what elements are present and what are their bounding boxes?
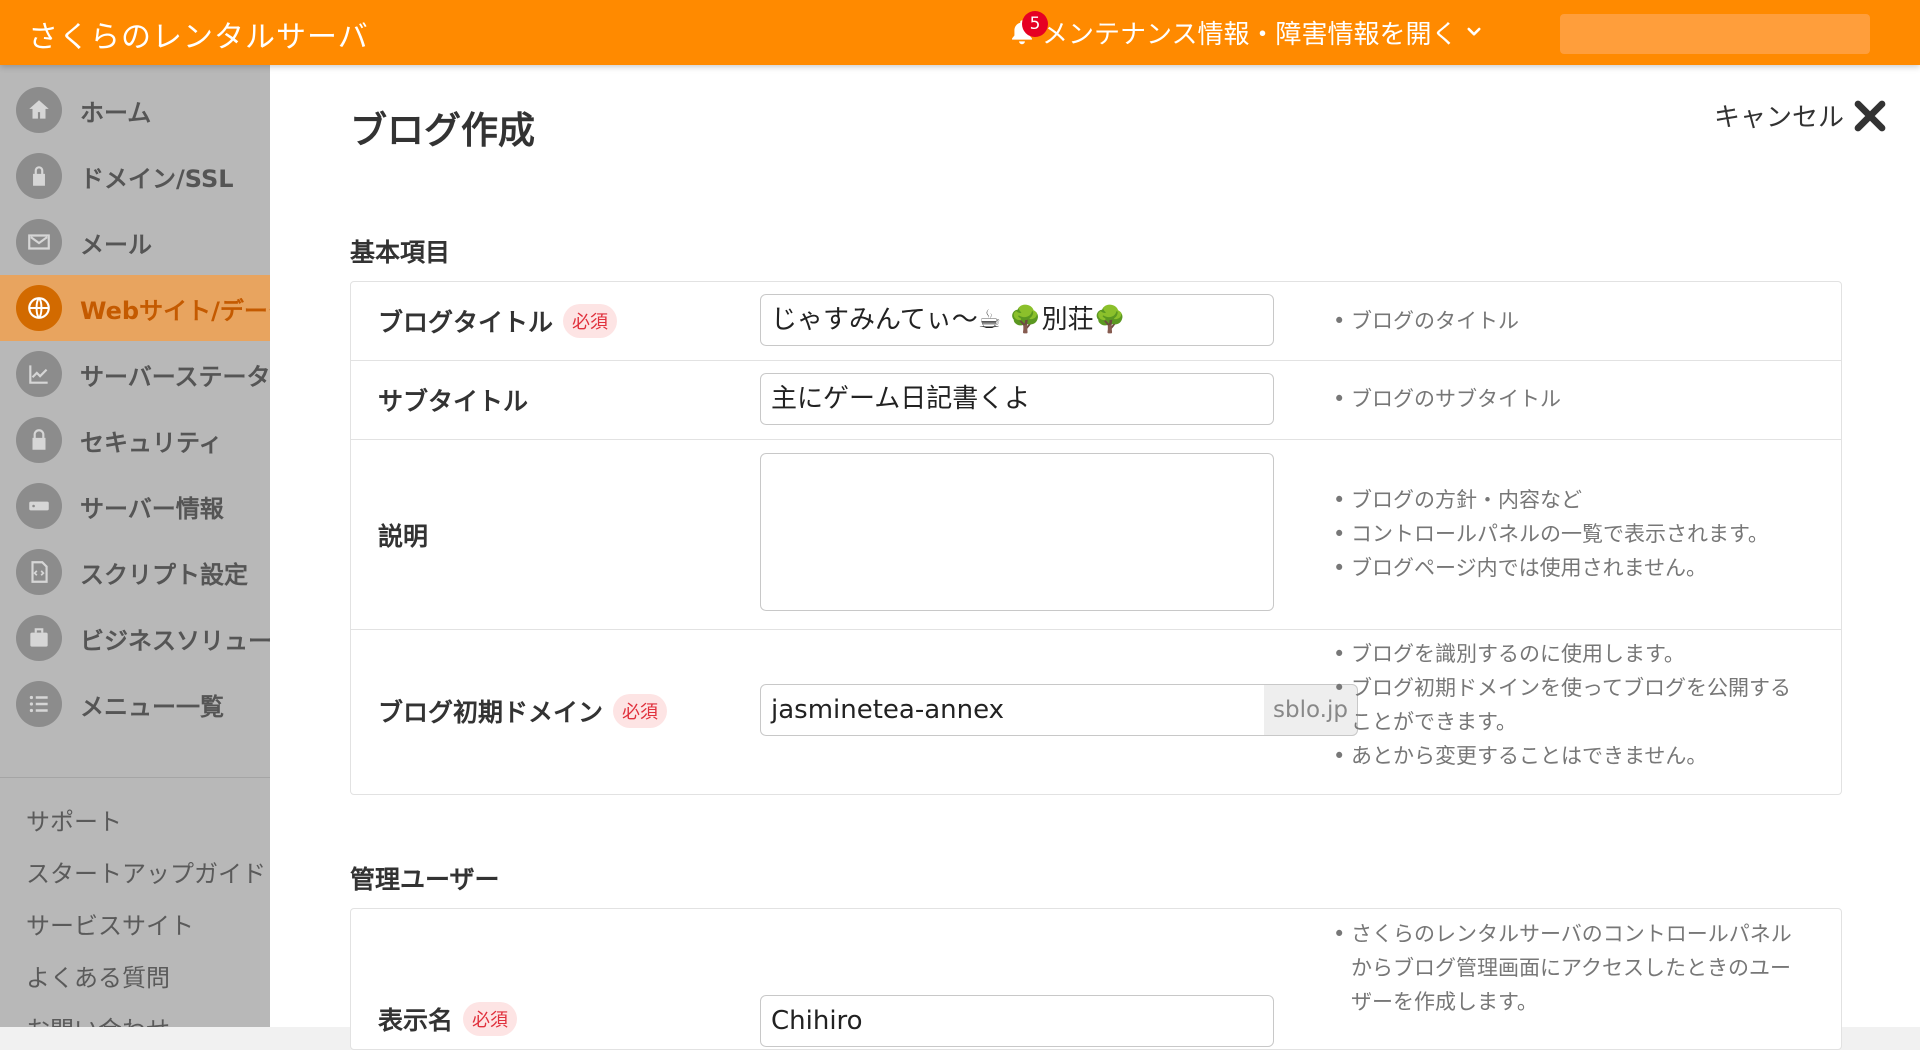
section-title-basic: 基本項目 [350, 238, 451, 267]
cancel-button[interactable]: キャンセル [1714, 97, 1888, 134]
blog-title-input[interactable]: じゃすみんてぃ〜☕ 🌳別荘🌳 [760, 294, 1274, 346]
script-icon [16, 549, 62, 595]
main-content: ブログ作成 キャンセル 基本項目 ブログタイトル 必須 じゃすみんてぃ〜☕ 🌳別… [270, 65, 1920, 1050]
sidebar-link-startup-guide[interactable]: スタートアップガイド [26, 854, 266, 889]
section-title-admin: 管理ユーザー [350, 865, 500, 894]
sidebar-item-home[interactable]: ホーム [0, 77, 270, 143]
lock-icon [16, 417, 62, 463]
top-bar: さくらのレンタルサーバ 5 メンテナンス情報・障害情報を開く [0, 0, 1920, 65]
sidebar-link-support[interactable]: サポート [26, 802, 122, 837]
briefcase-icon [16, 615, 62, 661]
cancel-label: キャンセル [1713, 103, 1844, 133]
form-row-domain: ブログ初期ドメイン 必須 jasminetea-annex sblo.jp ブロ… [351, 629, 1841, 793]
hint-text: ブログを識別するのに使用します。 [1331, 637, 1811, 671]
sidebar-item-label: メール [80, 230, 152, 259]
form-row-subtitle: サブタイトル 主にゲーム日記書くよ ブログのサブタイトル [351, 360, 1841, 440]
maintenance-label[interactable]: メンテナンス情報・障害情報を開く [1042, 14, 1457, 51]
description-textarea[interactable] [760, 453, 1274, 611]
hint-text: ブログのタイトル [1331, 304, 1811, 338]
label-text: ブログ初期ドメイン [378, 698, 604, 727]
admin-user-card: 表示名 必須 Chihiro さくらのレンタルサーバのコントロールパネルからブロ… [350, 908, 1842, 1050]
sidebar-item-label: ホーム [80, 98, 152, 127]
app-title[interactable]: さくらのレンタルサーバ [28, 12, 369, 56]
globe-icon [16, 285, 62, 331]
field-label: 表示名 必須 [378, 1001, 518, 1037]
hint-text: ブログの方針・内容など [1331, 483, 1811, 517]
sidebar: ホーム ドメイン/SSL メール Webサイト/データ サーバーステータス セキ… [0, 65, 270, 1027]
chevron-down-icon[interactable] [1465, 23, 1483, 41]
notification-badge: 5 [1022, 11, 1048, 37]
hint-list: ブログを識別するのに使用します。 ブログ初期ドメインを使ってブログを公開すること… [1331, 637, 1811, 773]
sidebar-item-label: Webサイト/データ [80, 296, 270, 325]
sidebar-divider [0, 777, 270, 778]
mail-icon [16, 219, 62, 265]
required-badge: 必須 [563, 304, 618, 338]
field-label: ブログ初期ドメイン 必須 [378, 693, 668, 729]
hint-list: ブログの方針・内容など コントロールパネルの一覧で表示されます。 ブログページ内… [1331, 483, 1811, 585]
bell-icon[interactable]: 5 [1008, 11, 1048, 47]
server-icon [16, 483, 62, 529]
hint-text: さくらのレンタルサーバのコントロールパネルからブログ管理画面にアクセスしたときの… [1331, 917, 1811, 1019]
sidebar-item-label: サーバーステータス [80, 362, 270, 391]
sidebar-item-label: ドメイン/SSL [80, 164, 234, 193]
user-account-menu[interactable] [1560, 14, 1870, 54]
sidebar-item-website[interactable]: Webサイト/データ [0, 275, 270, 341]
sidebar-item-domain[interactable]: ドメイン/SSL [0, 143, 270, 209]
sidebar-item-label: セキュリティ [80, 428, 223, 457]
sidebar-link-faq[interactable]: よくある質問 [26, 958, 170, 993]
hint-list: ブログのタイトル [1331, 304, 1811, 338]
sidebar-item-menu-list[interactable]: メニュー一覧 [0, 671, 270, 737]
hint-text: ブログページ内では使用されません。 [1331, 551, 1811, 585]
sidebar-item-business[interactable]: ビジネスソリューション [0, 605, 270, 671]
page-title: ブログ作成 [350, 109, 535, 152]
sidebar-link-service-site[interactable]: サービスサイト [26, 906, 194, 941]
form-row-display-name: 表示名 必須 Chihiro さくらのレンタルサーバのコントロールパネルからブロ… [351, 909, 1841, 1049]
maintenance-toggle[interactable]: 5 メンテナンス情報・障害情報を開く [1008, 11, 1483, 51]
sidebar-item-label: ビジネスソリューション [80, 626, 270, 655]
sidebar-item-server-info[interactable]: サーバー情報 [0, 473, 270, 539]
sidebar-link-contact[interactable]: お問い合わせ [26, 1010, 170, 1027]
hint-list: さくらのレンタルサーバのコントロールパネルからブログ管理画面にアクセスしたときの… [1331, 917, 1811, 1019]
sidebar-item-mail[interactable]: メール [0, 209, 270, 275]
label-text: 説明 [378, 522, 429, 551]
label-text: 表示名 [378, 1006, 454, 1035]
list-icon [16, 681, 62, 727]
form-row-description: 説明 ブログの方針・内容など コントロールパネルの一覧で表示されます。 ブログペ… [351, 439, 1841, 630]
subtitle-input[interactable]: 主にゲーム日記書くよ [760, 373, 1274, 425]
close-icon [1854, 100, 1886, 131]
sidebar-item-security[interactable]: セキュリティ [0, 407, 270, 473]
domain-lock-icon [16, 153, 62, 199]
display-name-input[interactable]: Chihiro [760, 995, 1274, 1047]
sidebar-item-script[interactable]: スクリプト設定 [0, 539, 270, 605]
field-label: ブログタイトル 必須 [378, 303, 618, 339]
field-label: 説明 [378, 517, 428, 553]
form-row-blog-title: ブログタイトル 必須 じゃすみんてぃ〜☕ 🌳別荘🌳 ブログのタイトル [351, 282, 1841, 361]
sidebar-item-label: メニュー一覧 [80, 692, 224, 721]
hint-text: ブログのサブタイトル [1331, 382, 1811, 416]
chart-icon [16, 351, 62, 397]
label-text: ブログタイトル [378, 308, 554, 337]
hint-text: コントロールパネルの一覧で表示されます。 [1331, 517, 1811, 551]
required-badge: 必須 [613, 694, 668, 728]
sidebar-item-server-status[interactable]: サーバーステータス [0, 341, 270, 407]
hint-list: ブログのサブタイトル [1331, 382, 1811, 416]
required-badge: 必須 [463, 1002, 518, 1036]
blog-domain-input[interactable]: jasminetea-annex [760, 684, 1265, 736]
sidebar-item-label: サーバー情報 [80, 494, 224, 523]
label-text: サブタイトル [378, 387, 529, 416]
field-label: サブタイトル [378, 382, 528, 418]
basic-settings-card: ブログタイトル 必須 じゃすみんてぃ〜☕ 🌳別荘🌳 ブログのタイトル サブタイト… [350, 281, 1842, 795]
hint-text: ブログ初期ドメインを使ってブログを公開することができます。 [1331, 671, 1811, 739]
home-icon [16, 87, 62, 133]
sidebar-item-label: スクリプト設定 [80, 560, 248, 589]
hint-text: あとから変更することはできません。 [1331, 739, 1811, 773]
